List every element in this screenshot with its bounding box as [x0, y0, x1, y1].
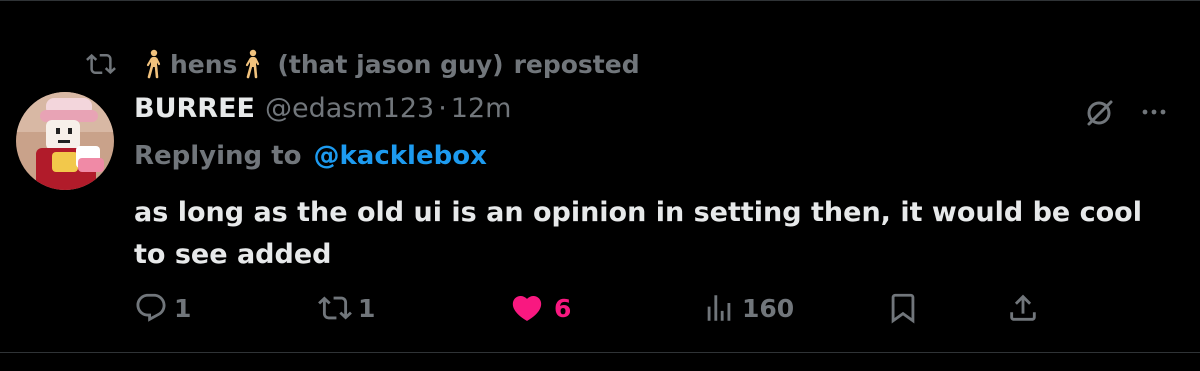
- views-count: 160: [742, 293, 795, 323]
- bottom-divider: [0, 352, 1200, 353]
- tweet-actions: 1 1 6 160: [0, 288, 1200, 328]
- person-walking-icon: [146, 49, 161, 79]
- timestamp[interactable]: 12m: [451, 93, 512, 124]
- tweet-header: BURREE @edasm123 · 12m: [134, 88, 511, 128]
- avatar-image: [16, 92, 114, 190]
- tweet-text: as long as the old ui is an opinion in s…: [134, 197, 1142, 270]
- reply-icon: [136, 293, 166, 322]
- repost-button[interactable]: 1: [318, 288, 375, 328]
- more-icon[interactable]: [1138, 96, 1170, 128]
- top-divider: [0, 0, 1200, 1]
- reposter-name[interactable]: hens: [170, 50, 237, 79]
- grok-icon[interactable]: [1082, 94, 1118, 130]
- reposter-suffix[interactable]: (that jason guy): [277, 50, 503, 79]
- tweet-top-actions: [1082, 94, 1170, 130]
- display-name[interactable]: BURREE: [134, 93, 255, 124]
- person-walking-icon: [246, 49, 260, 79]
- reply-button[interactable]: 1: [134, 288, 191, 328]
- repost-action-label: reposted: [513, 49, 640, 79]
- separator-dot: ·: [438, 92, 447, 124]
- views-icon: [707, 295, 731, 321]
- bookmark-button[interactable]: [886, 288, 920, 328]
- like-count: 6: [554, 293, 572, 323]
- replying-to: Replying to @kacklebox: [134, 138, 487, 174]
- repost-icon: [318, 296, 352, 320]
- replying-to-label: Replying to: [134, 141, 302, 171]
- repost-attribution[interactable]: hens (that jason guy) reposted: [86, 46, 640, 82]
- replying-to-mention[interactable]: @kacklebox: [314, 141, 487, 171]
- avatar[interactable]: [16, 92, 114, 190]
- like-button[interactable]: 6: [510, 288, 571, 328]
- repost-icon: [86, 53, 116, 75]
- bookmark-icon: [891, 293, 915, 324]
- repost-count: 1: [358, 293, 376, 323]
- share-button[interactable]: [1006, 288, 1040, 328]
- views-button[interactable]: 160: [702, 288, 794, 328]
- reply-count: 1: [174, 293, 192, 323]
- heart-icon: [512, 295, 542, 321]
- share-icon: [1010, 294, 1036, 321]
- user-handle[interactable]: @edasm123: [265, 93, 434, 124]
